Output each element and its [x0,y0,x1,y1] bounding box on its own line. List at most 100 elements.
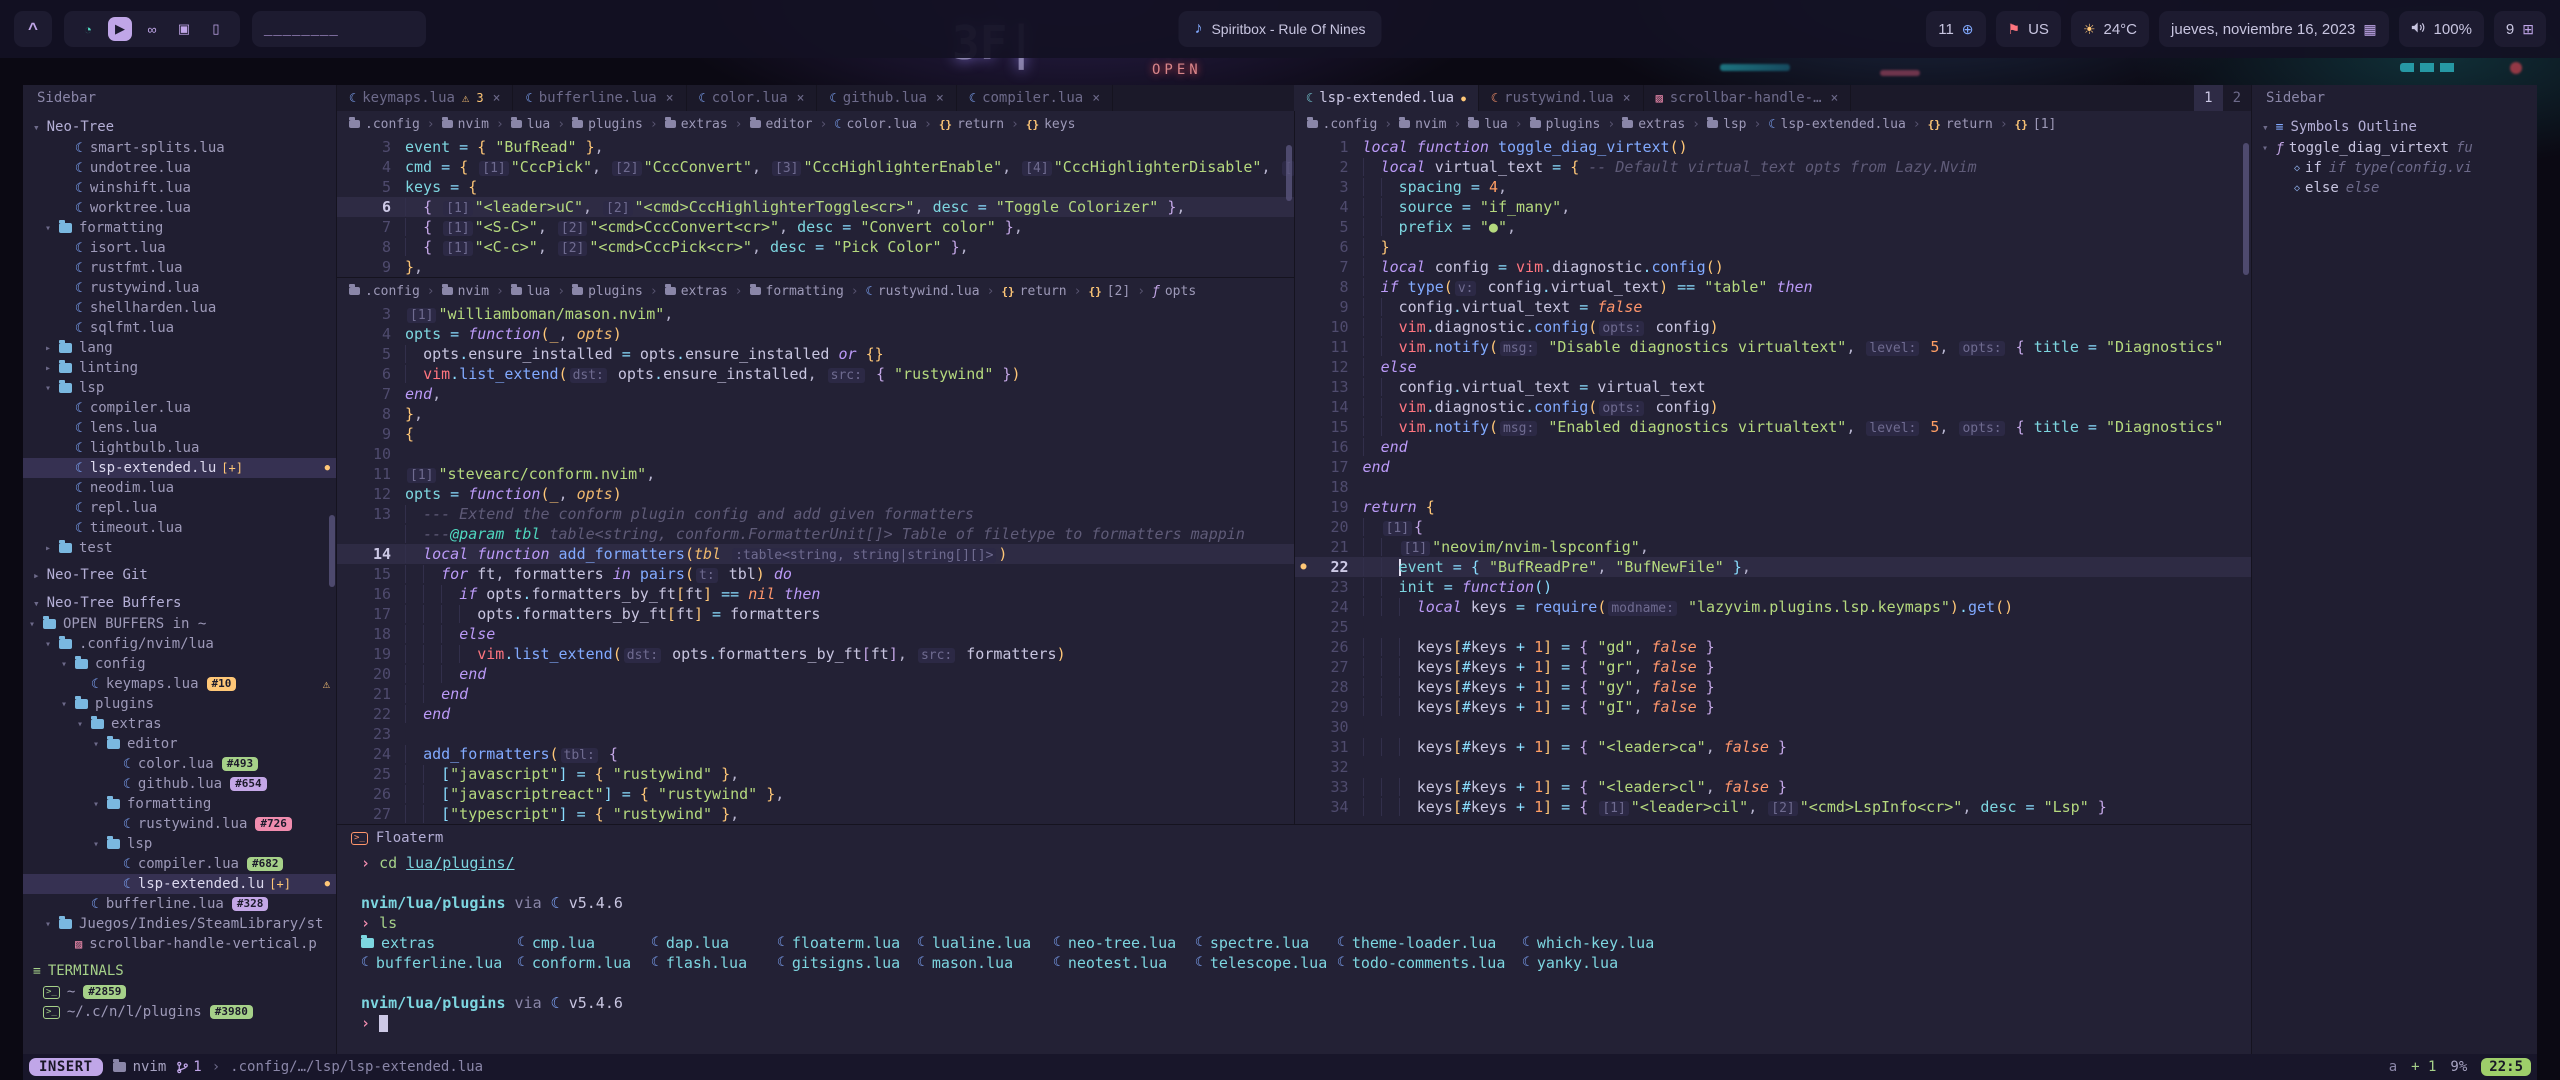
breadcrumb-segment[interactable]: formatting [750,284,844,299]
code-line[interactable]: 3[1]"williamboman/mason.nvim", [337,304,1294,324]
code-line[interactable]: 15 vim.notify(msg: "Enabled diagnostics … [1295,417,2252,437]
breadcrumb-segment[interactable]: nvim [442,117,489,132]
tree-item[interactable]: ☾winshift.lua [23,178,336,198]
breadcrumb-segment[interactable]: ☾rustywind.lua [866,284,980,299]
tree-item[interactable]: ▾OPEN BUFFERS in ~ [23,614,336,634]
tree-item[interactable]: ☾shellharden.lua [23,298,336,318]
tree-item[interactable]: ☾github.lua#654 [23,774,336,794]
breadcrumb-segment[interactable]: ☾color.lua [834,117,917,132]
tab-bufferline.lua[interactable]: ☾bufferline.lua× [513,85,686,111]
breadcrumb-segment[interactable]: .config [1307,117,1378,132]
tree-item[interactable]: ☾compiler.lua#682 [23,854,336,874]
tree-item[interactable]: ▸linting [23,358,336,378]
tree-item[interactable]: ▾formatting [23,794,336,814]
code-line[interactable]: 22 end [337,704,1294,724]
tree-item[interactable]: ▾extras [23,714,336,734]
launcher-button[interactable]: ^ [14,11,52,47]
code-line[interactable]: 6 vim.list_extend(dst: opts.ensure_insta… [337,364,1294,384]
code-line[interactable]: 11 vim.notify(msg: "Disable diagnostics … [1295,337,2252,357]
tabpage-2[interactable]: 2 [2223,85,2251,111]
tree-item[interactable]: ☾rustywind.lua [23,278,336,298]
breadcrumb-segment[interactable]: extras [665,284,728,299]
tree-item[interactable]: ☾rustywind.lua#726 [23,814,336,834]
code-line[interactable]: 33 keys[#keys + 1] = { "<leader>cl", fal… [1295,777,2252,797]
breadcrumb-segment[interactable]: {}keys [1026,117,1076,132]
code-line[interactable]: 20 end [337,664,1294,684]
tree-item[interactable]: ☾color.lua#493 [23,754,336,774]
close-icon[interactable]: × [1623,91,1631,106]
code-line[interactable]: 3 spacing = 4, [1295,177,2252,197]
code-line[interactable]: 10 [337,444,1294,464]
scrollbar[interactable] [2243,143,2249,275]
code-line[interactable]: 5 opts.ensure_installed = opts.ensure_in… [337,344,1294,364]
workspace-icon-1[interactable]: ◔ [76,17,100,41]
close-icon[interactable]: × [1831,91,1839,106]
code-line[interactable]: 14 local function add_formatters(tbl :ta… [337,544,1294,564]
tree-item[interactable]: ☾sqlfmt.lua [23,318,336,338]
breadcrumb-segment[interactable]: extras [665,117,728,132]
code-line[interactable]: 12 else [1295,357,2252,377]
tree-item[interactable]: ☾neodim.lua [23,478,336,498]
terminal-output[interactable]: › cd lua/plugins/nvim/lua/plugins via ☾ … [337,851,2251,1033]
breadcrumb-segment[interactable]: plugins [1530,117,1601,132]
code-line[interactable]: 30 [1295,717,2252,737]
neotree-header[interactable]: ▾ Neo-Tree [23,116,336,138]
neotree-buffers-header[interactable]: ▾ Neo-Tree Buffers [23,592,336,614]
code-line[interactable]: 1local function toggle_diag_virtext() [1295,137,2252,157]
workspace-icon-3[interactable]: ∞ [140,17,164,41]
code-line[interactable]: 7end, [337,384,1294,404]
sidebar-scrollbar[interactable] [329,515,335,587]
tree-item[interactable]: ☾compiler.lua [23,398,336,418]
tree-item[interactable]: ☾lens.lua [23,418,336,438]
code-line[interactable]: 6 } [1295,237,2252,257]
breadcrumb-segment[interactable]: editor [750,117,813,132]
code-line[interactable]: 20 [1]{ [1295,517,2252,537]
code-line[interactable]: 6 { [1]"<leader>uC", [2]"<cmd>CccHighlig… [337,197,1294,217]
code-line[interactable]: 2 local virtual_text = { -- Default virt… [1295,157,2252,177]
scrollbar[interactable] [1286,145,1292,201]
breadcrumb-segment[interactable]: .config [349,284,420,299]
tree-item[interactable]: ☾rustfmt.lua [23,258,336,278]
window-count-widget[interactable]: 9 ⊞ [2494,11,2546,47]
tree-item[interactable]: >_~/.c/n/l/plugins#3980 [23,1002,336,1022]
breadcrumb-segment[interactable]: {}return [1928,117,1993,132]
tree-item[interactable]: ☾lightbulb.lua [23,438,336,458]
code-line[interactable]: 26 ["javascriptreact"] = { "rustywind" }… [337,784,1294,804]
tab-compiler.lua[interactable]: ☾compiler.lua× [957,85,1113,111]
code-line[interactable]: 19return { [1295,497,2252,517]
code-line[interactable]: 7 { [1]"<S-C>", [2]"<cmd>CccConvert<cr>"… [337,217,1294,237]
symbol-item[interactable]: ◇elseelse [2252,178,2537,198]
breadcrumb-segment[interactable]: {}[1] [2015,117,2057,132]
breadcrumb-segment[interactable]: {}return [1001,284,1066,299]
tree-item[interactable]: ☾repl.lua [23,498,336,518]
tree-item[interactable]: ▾Juegos/Indies/SteamLibrary/st [23,914,336,934]
breadcrumb-segment[interactable]: ☾lsp-extended.lua [1768,117,1905,132]
code-line[interactable]: 23 [337,724,1294,744]
breadcrumb-segment[interactable]: lua [511,284,550,299]
tree-item[interactable]: ▾plugins [23,694,336,714]
breadcrumb-segment[interactable]: nvim [442,284,489,299]
code-line[interactable]: 21 [1]"neovim/nvim-lspconfig", [1295,537,2252,557]
music-widget[interactable]: ♪ Spiritbox - Rule Of Nines [1178,11,1381,47]
floaterm-panel[interactable]: >_ Floaterm › cd lua/plugins/nvim/lua/pl… [337,824,2251,1054]
breadcrumb-segment[interactable]: extras [1622,117,1685,132]
code-line[interactable]: 13 --- Extend the conform plugin config … [337,504,1294,524]
code-line[interactable]: 8}, [337,404,1294,424]
breadcrumb-segment[interactable]: lsp [1707,117,1746,132]
workspace-icon-5[interactable]: ▯ [204,17,228,41]
breadcrumb-segment[interactable]: .config [349,117,420,132]
code-line[interactable]: 18 else [337,624,1294,644]
code-line[interactable]: 14 vim.diagnostic.config(opts: config) [1295,397,2252,417]
tree-item[interactable]: ☾undotree.lua [23,158,336,178]
breadcrumb-segment[interactable]: ƒopts [1152,284,1196,299]
tabpage-1[interactable]: 1 [2194,85,2222,111]
breadcrumb-segment[interactable]: lua [511,117,550,132]
terminals-header[interactable]: ≡ TERMINALS [23,960,336,982]
code-line[interactable]: 9}, [337,257,1294,277]
code-line[interactable]: 24 local keys = require(modname: "lazyvi… [1295,597,2252,617]
breadcrumb-segment[interactable]: {}[2] [1088,284,1130,299]
code-line[interactable]: 10 vim.diagnostic.config(opts: config) [1295,317,2252,337]
code-buffer-lsp-extended-lua[interactable]: 1local function toggle_diag_virtext()2 l… [1295,137,2252,817]
code-buffer-color-lua[interactable]: 3event = { "BufRead" },4cmd = { [1]"CccP… [337,137,1294,277]
code-line[interactable]: 7 local config = vim.diagnostic.config() [1295,257,2252,277]
